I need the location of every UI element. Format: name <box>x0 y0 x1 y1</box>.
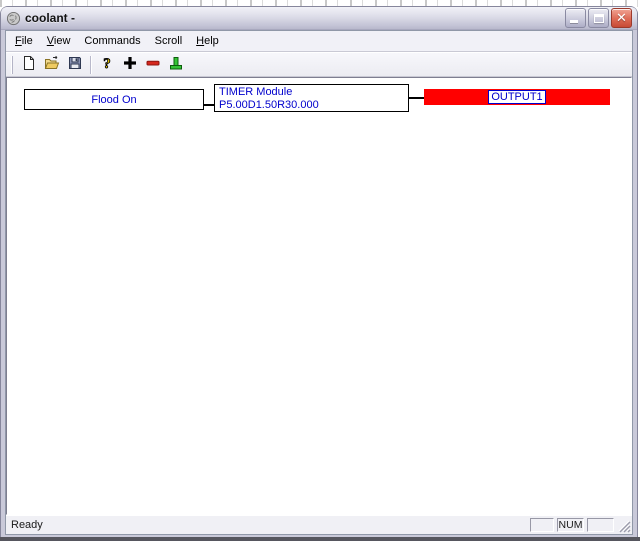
output-bar[interactable]: OUTPUT1 <box>424 89 610 105</box>
menu-item-commands[interactable]: Commands <box>77 31 147 51</box>
diagram-node-timer-module[interactable]: TIMER Module P5.00D1.50R30.000 <box>214 84 409 112</box>
menu-item-file[interactable]: File <box>8 31 40 51</box>
node-label: Flood On <box>91 93 137 106</box>
close-icon: ✕ <box>616 10 627 26</box>
resize-grip-icon[interactable] <box>617 519 631 533</box>
help-icon: ? <box>99 55 115 74</box>
timer-title: TIMER Module <box>219 86 293 98</box>
output-tee-icon <box>168 55 184 74</box>
toolbar-separator <box>90 55 91 74</box>
close-button[interactable]: ✕ <box>611 8 632 28</box>
save-icon <box>67 55 83 74</box>
menu-item-help[interactable]: Help <box>189 31 226 51</box>
status-panel-num: NUM <box>557 517 584 532</box>
menubar: File View Commands Scroll Help <box>6 31 632 52</box>
maximize-button[interactable] <box>588 8 609 28</box>
background-texture <box>0 0 640 7</box>
timer-params: P5.00D1.50R30.000 <box>219 99 319 111</box>
diagram-node-flood-on[interactable]: Flood On <box>24 89 204 110</box>
help-button[interactable]: ? <box>95 54 118 76</box>
remove-block-button[interactable] <box>141 54 164 76</box>
toolbar: ? <box>6 52 632 77</box>
minimize-button[interactable] <box>565 8 586 28</box>
connector-line <box>408 97 425 99</box>
status-panel-scrl <box>587 517 614 532</box>
titlebar[interactable]: coolant - ✕ <box>1 7 637 30</box>
diagram-canvas[interactable]: Flood On TIMER Module P5.00D1.50R30.000 … <box>6 77 632 515</box>
app-window: coolant - ✕ File View Commands Scroll Help ?… <box>1 7 637 538</box>
window-bottom-shadow <box>0 537 640 541</box>
menu-item-view[interactable]: View <box>40 31 78 51</box>
open-file-icon <box>44 55 60 74</box>
status-message: Ready <box>11 518 43 531</box>
save-button[interactable] <box>63 54 86 76</box>
minimize-icon <box>570 20 578 23</box>
toolbar-grip[interactable] <box>11 55 13 74</box>
svg-text:?: ? <box>103 56 111 71</box>
new-file-icon <box>21 55 37 74</box>
window-title: coolant - <box>25 11 75 25</box>
app-icon[interactable] <box>6 11 21 26</box>
add-block-icon <box>122 55 138 74</box>
output-tee-button[interactable] <box>164 54 187 76</box>
maximize-icon <box>593 13 604 23</box>
open-file-button[interactable] <box>40 54 63 76</box>
remove-block-icon <box>145 55 161 74</box>
output-label: OUTPUT1 <box>488 90 546 104</box>
status-panel-cap <box>530 517 554 532</box>
new-file-button[interactable] <box>17 54 40 76</box>
statusbar: Ready NUM <box>6 515 632 534</box>
menu-item-scroll[interactable]: Scroll <box>148 31 190 51</box>
window-body: File View Commands Scroll Help ? Flood On TI… <box>5 30 633 535</box>
add-block-button[interactable] <box>118 54 141 76</box>
